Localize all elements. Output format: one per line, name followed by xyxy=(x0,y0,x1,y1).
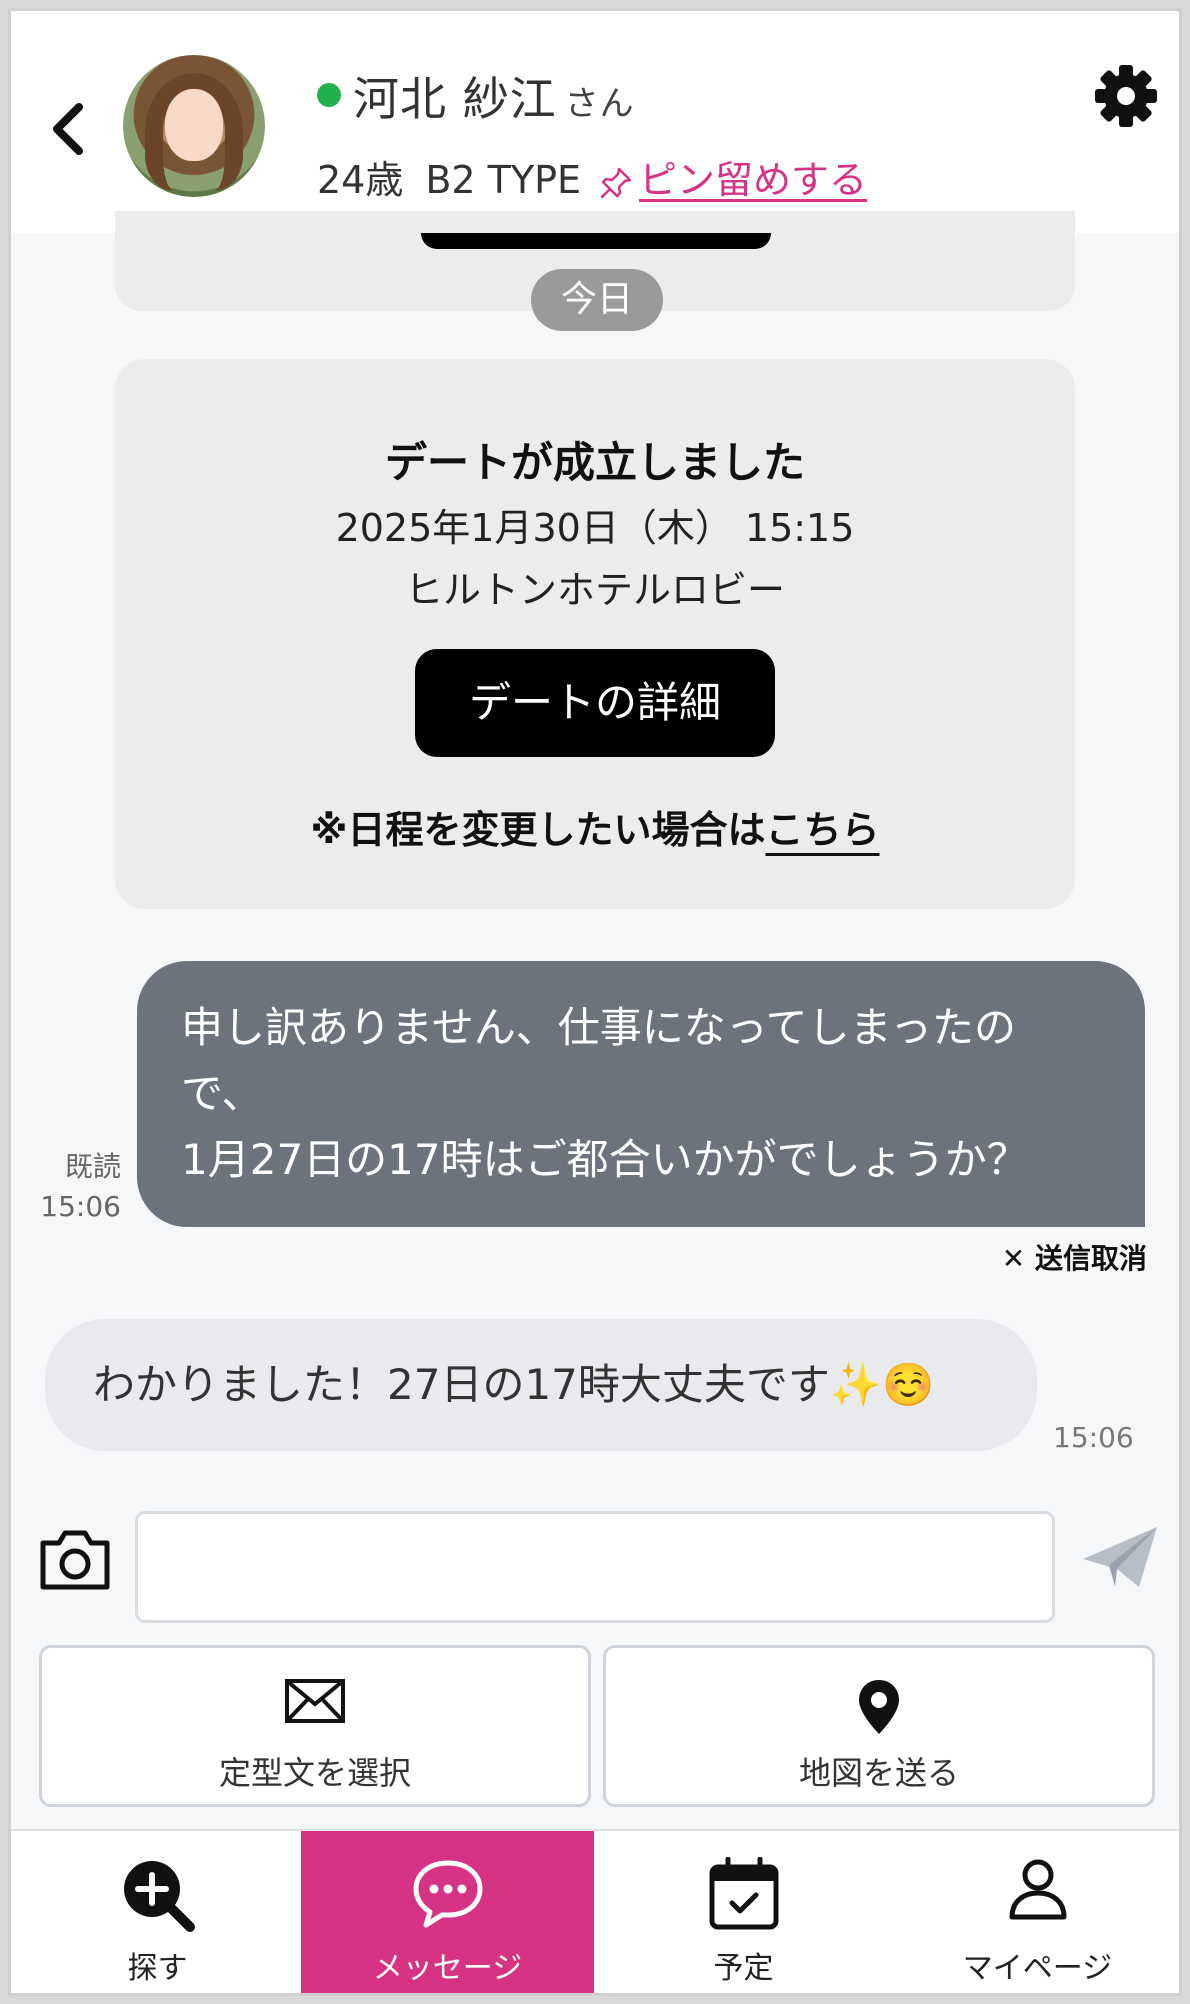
nav-mypage[interactable]: マイページ xyxy=(891,1831,1179,1993)
previous-card-button[interactable] xyxy=(421,233,771,249)
app-frame: 河北 紗江 さん 24歳 B2 TYPE ピン留めする 今日 デートが成立しまし… xyxy=(8,8,1182,1996)
incoming-message[interactable]: わかりました！27日の17時大丈夫です✨☺️ xyxy=(45,1319,1037,1451)
nav-search[interactable]: 探す xyxy=(11,1831,304,1993)
online-status-dot xyxy=(317,83,341,107)
nav-search-label: 探す xyxy=(127,1951,188,1986)
search-plus-icon xyxy=(123,1861,195,1932)
read-label: 既読 xyxy=(64,1150,121,1183)
pin-button[interactable]: ピン留めする xyxy=(599,149,867,204)
reschedule-note: ※日程を変更したい場合はこちら xyxy=(115,799,1075,854)
date-card-title: デートが成立しました xyxy=(384,438,805,487)
calendar-check-icon xyxy=(709,1857,778,1930)
cancel-send-button[interactable]: ✕ 送信取消 xyxy=(1002,1237,1147,1277)
envelope-icon xyxy=(285,1679,345,1723)
send-map-button[interactable]: 地図を送る xyxy=(603,1645,1155,1807)
partner-meta: 24歳 B2 TYPE xyxy=(317,149,603,204)
avatar[interactable] xyxy=(123,55,265,197)
camera-icon[interactable] xyxy=(37,1525,113,1593)
date-details-button[interactable]: デートの詳細 xyxy=(415,649,775,757)
pin-icon xyxy=(600,167,632,198)
send-map-label: 地図を送る xyxy=(798,1754,959,1792)
reschedule-text: ※日程を変更したい場合は xyxy=(310,808,766,852)
chevron-left-icon[interactable] xyxy=(47,99,91,159)
nav-messages-label: メッセージ xyxy=(372,1951,523,1986)
chat-bubble-icon xyxy=(413,1860,482,1928)
honorific: さん xyxy=(564,84,635,124)
day-divider: 今日 xyxy=(531,269,663,331)
gear-icon[interactable] xyxy=(1093,63,1159,129)
user-icon xyxy=(1009,1859,1066,1920)
nav-schedule-label: 予定 xyxy=(713,1951,774,1986)
bottom-nav: 探す メッセージ 予定 マイページ xyxy=(11,1829,1179,1993)
paper-plane-icon[interactable] xyxy=(1081,1525,1159,1591)
map-pin-icon xyxy=(859,1680,899,1734)
outgoing-message[interactable]: 申し訳ありません、仕事になってしまったの で、 1月27日の17時はご都合いかが… xyxy=(137,961,1145,1227)
outgoing-time: 15:06 xyxy=(40,1190,121,1223)
nav-schedule[interactable]: 予定 xyxy=(597,1831,890,1993)
nav-messages[interactable]: メッセージ xyxy=(301,1831,594,1993)
template-text-label: 定型文を選択 xyxy=(218,1754,411,1792)
read-receipt: 既読 15:06 xyxy=(39,1147,121,1227)
partner-type: B2 TYPE xyxy=(425,158,582,202)
message-input[interactable] xyxy=(135,1511,1055,1623)
incoming-time: 15:06 xyxy=(1053,1421,1134,1454)
nav-mypage-label: マイページ xyxy=(962,1951,1113,1986)
partner-name: 河北 紗江 さん xyxy=(353,72,635,126)
reschedule-link[interactable]: こちら xyxy=(765,808,879,852)
outgoing-line-2: で、 xyxy=(181,1069,264,1118)
partner-age: 24歳 xyxy=(317,158,404,202)
template-text-button[interactable]: 定型文を選択 xyxy=(39,1645,591,1807)
chat-header: 河北 紗江 さん 24歳 B2 TYPE ピン留めする xyxy=(11,11,1179,233)
date-datetime: 2025年1月30日（木） 15:15 xyxy=(335,506,855,550)
outgoing-line-3: 1月27日の17時はご都合いかがでしょうか？ xyxy=(181,1135,1029,1184)
pin-label: ピン留めする xyxy=(639,158,868,202)
date-place: ヒルトンホテルロビー xyxy=(404,568,785,612)
date-confirmed-card: デートが成立しました 2025年1月30日（木） 15:15 ヒルトンホテルロビ… xyxy=(115,359,1075,909)
outgoing-line-1: 申し訳ありません、仕事になってしまったの xyxy=(181,1003,1016,1052)
